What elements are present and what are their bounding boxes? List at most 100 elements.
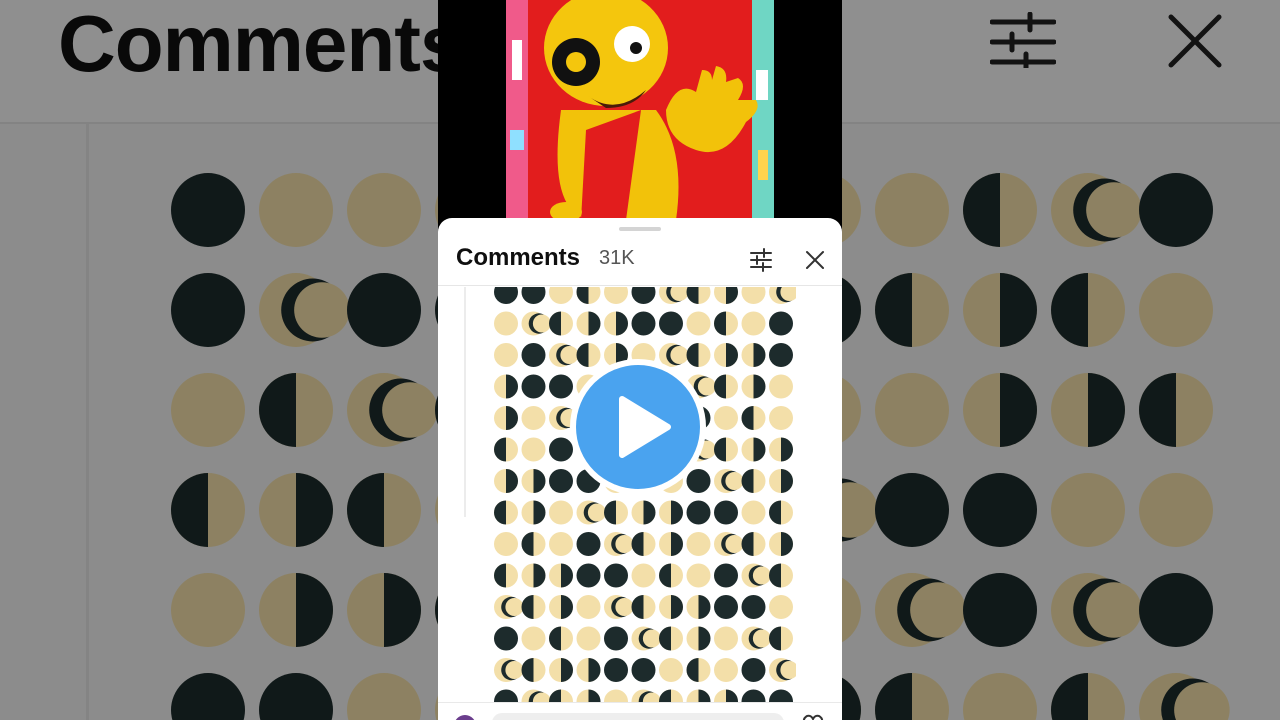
moon-phase-mark	[741, 287, 766, 304]
moon-phase-mark	[576, 689, 601, 702]
moon-phase-mark	[521, 500, 546, 525]
moon-phase-mark	[576, 500, 606, 525]
moon-phase-mark	[549, 287, 573, 304]
moon-phase-mark	[631, 626, 661, 651]
moon-phase-mark	[741, 374, 766, 399]
moon-phase-mark	[769, 343, 793, 367]
moon-phase-mark	[549, 532, 573, 556]
moon-phase-mark	[714, 406, 738, 430]
moon-phase-mark	[494, 469, 518, 493]
moon-phase-mark	[659, 311, 683, 336]
moon-phase-mark	[769, 658, 796, 682]
moon-phase-mark	[659, 689, 683, 702]
moon-phase-mark	[494, 626, 518, 651]
moon-phase-mark	[714, 287, 738, 304]
moon-phase-mark	[714, 343, 738, 367]
moon-phase-mark	[576, 311, 601, 336]
comment-list[interactable]	[438, 287, 842, 702]
moon-phase-mark	[659, 287, 689, 304]
moon-phase-mark	[769, 626, 793, 651]
moon-phase-mark	[549, 689, 573, 702]
moon-phase-mark	[604, 287, 628, 304]
moon-phase-mark	[494, 658, 524, 682]
moon-phase-mark	[659, 658, 683, 682]
moon-phase-mark	[521, 374, 546, 399]
moon-phase-mark	[521, 343, 546, 367]
comments-sheet: Comments 31K	[438, 218, 842, 720]
moon-phase-mark	[686, 500, 711, 525]
moon-phase-mark	[741, 626, 771, 651]
moon-phase-mark	[769, 500, 793, 525]
moon-phase-mark	[494, 500, 518, 525]
moon-phase-mark	[576, 532, 601, 556]
moon-phase-mark	[741, 437, 766, 462]
moon-phase-mark	[521, 532, 546, 556]
video-frame: Comments 31K	[438, 0, 842, 720]
moon-phase-mark	[741, 311, 766, 336]
moon-phase-mark	[494, 563, 518, 588]
moon-phase-mark	[769, 532, 793, 556]
moon-phase-mark	[549, 500, 573, 525]
moon-phase-mark	[604, 532, 634, 556]
moon-phase-mark	[686, 287, 711, 304]
play-icon[interactable]	[568, 357, 708, 497]
moon-phase-mark	[521, 406, 546, 430]
drag-handle[interactable]	[619, 227, 661, 231]
moon-phase-mark	[604, 500, 628, 525]
moon-phase-mark	[494, 343, 518, 367]
moon-phase-mark	[576, 658, 601, 682]
sliders-icon[interactable]	[746, 245, 776, 275]
moon-phase-mark	[714, 469, 744, 493]
moon-phase-mark	[521, 287, 546, 304]
moon-phase-mark	[494, 532, 518, 556]
moon-phase-mark	[521, 563, 546, 588]
moon-phase-mark	[686, 563, 711, 588]
moon-phase-mark	[631, 595, 656, 619]
moon-phase-mark	[494, 437, 518, 462]
moon-phase-mark	[631, 563, 656, 588]
moon-phase-mark	[494, 595, 524, 619]
moon-phase-mark	[604, 689, 628, 702]
moon-phase-mark	[659, 626, 683, 651]
moon-phase-mark	[741, 595, 766, 619]
close-icon[interactable]	[800, 245, 830, 275]
comment-input[interactable]	[492, 713, 784, 720]
moon-phase-mark	[576, 287, 601, 304]
moon-phase-mark	[741, 343, 766, 367]
moon-phase-mark	[769, 406, 793, 430]
moon-phase-mark	[659, 563, 683, 588]
comments-header: Comments 31K	[438, 236, 842, 286]
moon-phase-mark	[714, 626, 738, 651]
comments-count: 31K	[599, 247, 635, 269]
reply-thread-line	[464, 287, 466, 517]
comment-input-bar[interactable]	[438, 702, 842, 720]
moon-phase-mark	[631, 532, 656, 556]
moon-phase-mark	[769, 563, 793, 588]
heart-icon[interactable]	[802, 713, 824, 720]
moon-phase-mark	[521, 469, 546, 493]
moon-phase-mark	[494, 374, 518, 399]
moon-phase-mark	[769, 595, 793, 619]
moon-phase-mark	[604, 595, 634, 619]
moon-phase-mark	[494, 311, 518, 336]
moon-phase-mark	[686, 311, 711, 336]
moon-phase-mark	[741, 658, 766, 682]
moon-phase-mark	[714, 689, 738, 702]
moon-phase-mark	[741, 563, 771, 588]
moon-phase-mark	[714, 595, 738, 619]
moon-phase-mark	[549, 658, 573, 682]
moon-phase-mark	[631, 311, 656, 336]
moon-phase-mark	[659, 532, 683, 556]
moon-phase-mark	[769, 689, 793, 702]
moon-phase-mark	[714, 532, 744, 556]
moon-phase-mark	[659, 500, 683, 525]
moon-phase-mark	[494, 287, 518, 304]
moon-phase-mark	[494, 689, 518, 702]
moon-phase-mark	[741, 689, 766, 702]
moon-phase-mark	[686, 626, 711, 651]
moon-phase-mark	[741, 469, 766, 493]
moon-phase-mark	[686, 532, 711, 556]
moon-phase-mark	[631, 287, 656, 304]
moon-phase-mark	[521, 595, 546, 619]
moon-phase-mark	[769, 469, 793, 493]
